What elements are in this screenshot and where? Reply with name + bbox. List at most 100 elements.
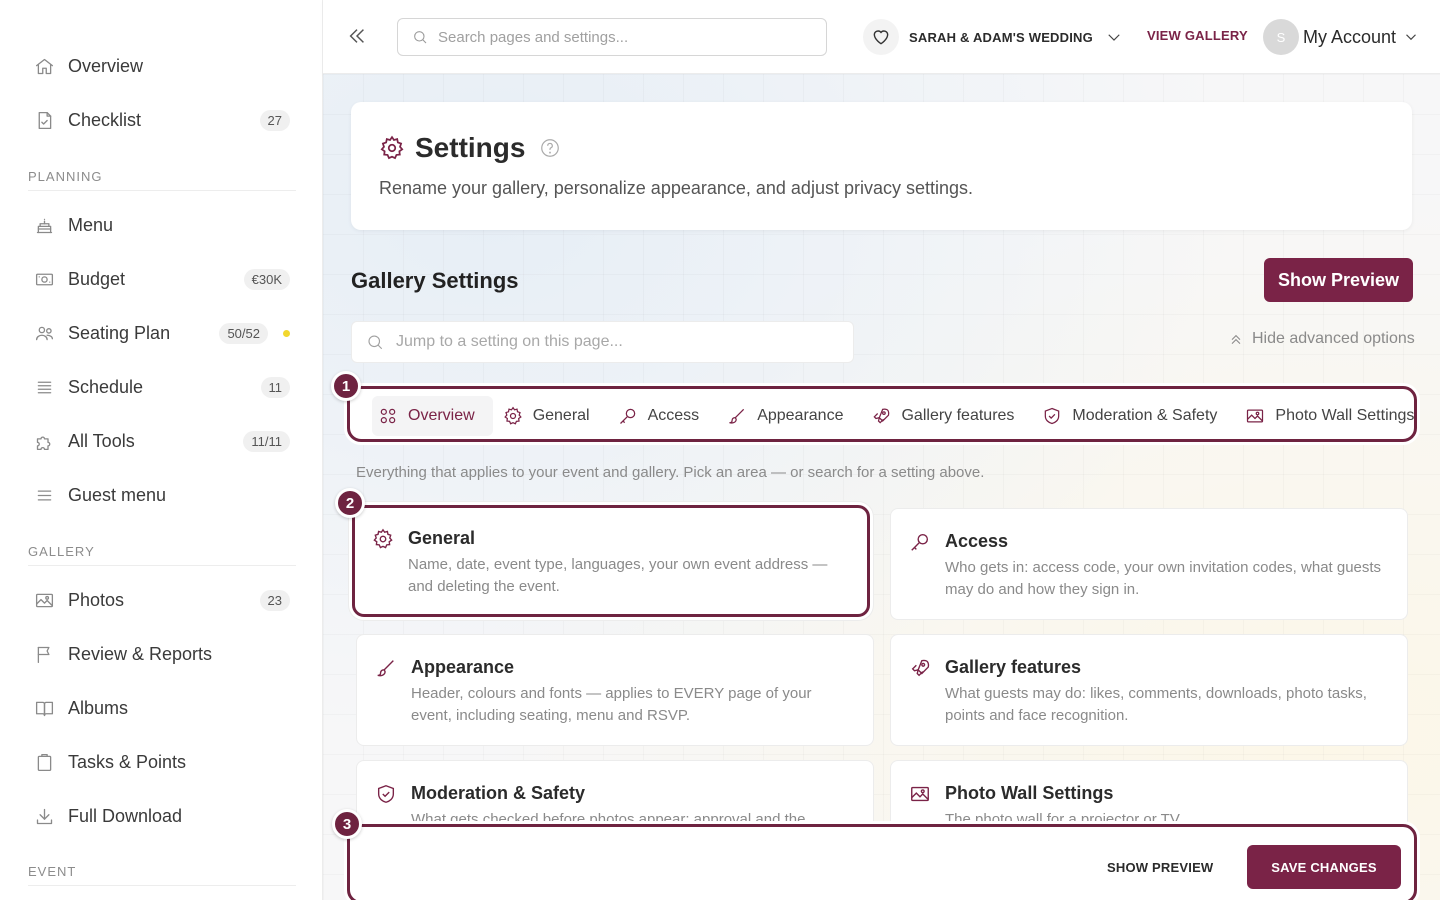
count-badge: 11/11 [243, 430, 290, 452]
tab-label: Access [647, 407, 700, 424]
sidebar-item-all-tools[interactable]: All Tools 11/11 [28, 423, 294, 459]
sidebar-item-budget[interactable]: Budget €30K [28, 261, 294, 297]
save-bar: SHOW PREVIEW SAVE CHANGES [347, 824, 1417, 900]
sidebar-item-schedule[interactable]: Schedule 11 [28, 369, 294, 405]
book-icon [32, 696, 56, 720]
tab-access[interactable]: Access [612, 396, 718, 436]
menu-icon [32, 483, 56, 507]
search-icon [368, 335, 383, 350]
sidebar-item-overview[interactable]: Overview [28, 48, 294, 84]
intro-text: Everything that applies to your event an… [356, 464, 985, 481]
search-icon [414, 31, 427, 44]
chevron-down-icon [1406, 34, 1416, 41]
puzzle-icon [32, 429, 56, 453]
brush-icon [375, 657, 397, 679]
sidebar-item-seating-plan[interactable]: Seating Plan 50/52 [28, 315, 294, 351]
count-badge: 27 [259, 109, 290, 131]
list-icon [32, 375, 56, 399]
jump-search[interactable] [351, 321, 854, 363]
sidebar-item-label: Tasks & Points [68, 751, 187, 772]
tab-general[interactable]: General [497, 396, 608, 436]
sidebar-item-albums[interactable]: Albums [28, 690, 294, 726]
card-description: Header, colours and fonts — applies to E… [411, 685, 812, 724]
sidebar-item-menu[interactable]: Menu [28, 207, 294, 243]
gear-icon [372, 528, 394, 550]
sidebar-item-label: Schedule [68, 376, 144, 397]
annotation-marker-3: 3 [332, 809, 362, 839]
view-gallery-link[interactable]: VIEW GALLERY [1147, 28, 1248, 43]
heart-icon [863, 19, 899, 55]
show-preview-link[interactable]: SHOW PREVIEW [1107, 860, 1213, 875]
checklist-icon [32, 108, 56, 132]
gear-icon [380, 135, 404, 160]
section-title: Gallery Settings [351, 268, 519, 293]
account-menu[interactable]: S My Account [1263, 18, 1420, 56]
card-title: Appearance [411, 657, 515, 677]
card-general[interactable]: General Name, date, event type, language… [352, 505, 870, 617]
event-selector[interactable]: SARAH & ADAM'S WEDDING [863, 18, 1123, 56]
global-search[interactable] [397, 18, 827, 56]
sidebar-item-photos[interactable]: Photos 23 [28, 582, 294, 618]
tab-photo-wall[interactable]: Photo Wall Settings [1239, 396, 1414, 436]
sidebar-item-review-reports[interactable]: Review & Reports [28, 636, 294, 672]
event-name: SARAH & ADAM'S WEDDING [909, 29, 1093, 45]
cake-icon [32, 213, 56, 237]
sidebar-item-label: Albums [68, 697, 129, 718]
chevron-down-icon [1108, 34, 1120, 41]
double-chevron-left-icon [349, 29, 364, 43]
sidebar-item-tasks-points[interactable]: Tasks & Points [28, 744, 294, 780]
money-icon [32, 267, 56, 291]
sidebar-item-label: Seating Plan [68, 322, 171, 343]
page-title: Settings [415, 132, 526, 163]
collapse-sidebar-button[interactable] [343, 22, 371, 50]
card-description: What guests may do: likes, comments, dow… [945, 685, 1367, 724]
brush-icon [729, 408, 745, 424]
card-title: Access [945, 531, 1009, 551]
tab-overview[interactable]: Overview [372, 396, 493, 436]
hide-advanced-toggle[interactable]: Hide advanced options [1228, 330, 1415, 348]
rocket-icon [873, 408, 890, 424]
avatar: S [1263, 19, 1299, 55]
sidebar-item-guest-menu[interactable]: Guest menu [28, 477, 294, 513]
tab-label: Appearance [757, 407, 844, 424]
count-badge: 50/52 [219, 322, 268, 344]
card-appearance[interactable]: Appearance Header, colours and fonts — a… [356, 634, 874, 746]
card-title: Photo Wall Settings [945, 783, 1114, 803]
home-icon [32, 54, 56, 78]
tab-appearance[interactable]: Appearance [721, 396, 861, 436]
annotation-marker-1: 1 [331, 371, 361, 401]
tab-gallery-features[interactable]: Gallery features [865, 396, 1032, 436]
settings-tabs: Overview General Access Appearance Galle… [347, 386, 1417, 442]
sidebar-item-label: Review & Reports [68, 643, 213, 664]
page-description: Rename your gallery, personalize appeara… [379, 178, 973, 198]
card-access[interactable]: Access Who gets in: access code, your ow… [890, 508, 1408, 620]
help-icon [541, 139, 560, 157]
annotation-marker-2: 2 [335, 488, 365, 518]
sidebar-item-checklist[interactable]: Checklist 27 [28, 102, 294, 138]
tab-moderation-safety[interactable]: Moderation & Safety [1036, 396, 1235, 436]
card-description: Name, date, event type, languages, your … [408, 556, 828, 595]
sidebar-item-label: Overview [68, 55, 144, 76]
count-badge: 11 [260, 376, 290, 398]
shield-icon [375, 783, 397, 805]
sidebar-item-label: All Tools [68, 430, 135, 451]
amount-badge: €30K [243, 268, 290, 290]
card-title: General [408, 528, 476, 548]
tab-label: Moderation & Safety [1072, 407, 1218, 424]
sidebar-item-full-download[interactable]: Full Download [28, 798, 294, 834]
save-changes-button[interactable]: SAVE CHANGES [1247, 845, 1401, 889]
jump-search-input[interactable] [396, 333, 836, 351]
rocket-icon [909, 657, 931, 679]
key-icon [619, 408, 635, 424]
card-gallery-features[interactable]: Gallery features What guests may do: lik… [890, 634, 1408, 746]
account-label: My Account [1303, 26, 1397, 47]
grid-icon [380, 408, 396, 424]
show-preview-button[interactable]: Show Preview [1264, 258, 1413, 302]
key-icon [909, 531, 931, 553]
clipboard-icon [32, 750, 56, 774]
main-content: Settings Rename your gallery, personaliz… [323, 74, 1440, 900]
search-input[interactable] [438, 28, 798, 46]
image-icon [909, 783, 931, 805]
sidebar-item-label: Checklist [68, 109, 142, 130]
sidebar-item-label: Full Download [68, 805, 183, 826]
